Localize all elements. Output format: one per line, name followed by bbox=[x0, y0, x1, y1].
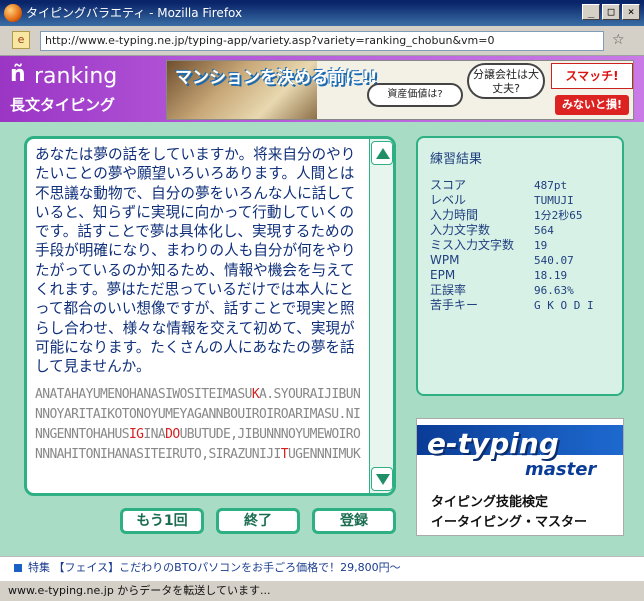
result-value: G K O D I bbox=[534, 299, 594, 312]
passage-scrollbar[interactable] bbox=[369, 139, 393, 493]
result-row: WPM 540.07 bbox=[430, 253, 620, 268]
window-titlebar[interactable]: タイピングバラエティ - Mozilla Firefox _ □ × bbox=[0, 0, 644, 26]
main-content: あなたは夢の話をしていますか。将来自分のやりたいことの夢や願望いろいろあります。… bbox=[0, 122, 644, 556]
result-value: 564 bbox=[534, 224, 554, 237]
romaji-error-segment: T bbox=[280, 447, 289, 462]
bullet-square-icon bbox=[14, 564, 22, 572]
romaji-error-segment: IG bbox=[128, 427, 144, 442]
status-bar: www.e-typing.ne.jp からデータを転送しています... bbox=[0, 580, 644, 601]
result-row: レベル TUMUJI bbox=[430, 193, 620, 208]
site-favicon-icon: e bbox=[12, 31, 30, 49]
status-text: www.e-typing.ne.jp からデータを転送しています... bbox=[8, 584, 271, 597]
firefox-icon bbox=[4, 4, 22, 22]
url-field[interactable]: http://www.e-typing.ne.jp/typing-app/var… bbox=[40, 31, 604, 51]
maximize-button[interactable]: □ bbox=[602, 4, 620, 20]
bookmark-star-icon[interactable]: ☆ bbox=[612, 32, 625, 48]
passage-romaji: ANATAHAYUMENOHANASIWOSITEIMASUKA.SYOURAI… bbox=[35, 385, 367, 465]
results-title: 練習結果 bbox=[430, 152, 483, 167]
result-row: 入力時間 1分2秒65 bbox=[430, 208, 620, 223]
result-value: 540.07 bbox=[534, 254, 574, 267]
app-name: ranking bbox=[34, 64, 118, 89]
mode-name: 長文タイピング bbox=[10, 96, 116, 114]
result-label: WPM bbox=[430, 253, 460, 267]
result-row: 苦手キー G K O D I bbox=[430, 298, 620, 313]
result-row: 正誤率 96.63% bbox=[430, 283, 620, 298]
scroll-up-arrow-icon[interactable] bbox=[371, 141, 393, 165]
result-value: TUMUJI bbox=[534, 194, 574, 207]
result-value: 18.19 bbox=[534, 269, 568, 282]
ad-banner[interactable]: マンションを決める前に!! 資産価値は? 分譲会社は大丈夫? スマッチ! みない… bbox=[166, 60, 634, 120]
romaji-segment: INA bbox=[143, 427, 166, 442]
result-label: 正誤率 bbox=[430, 283, 467, 297]
result-label: EPM bbox=[430, 268, 456, 282]
romaji-segment: ANATAHAYUMENOHANASIWOSITEIMASU bbox=[35, 387, 252, 402]
ad-bubble-value: 資産価値は? bbox=[367, 83, 463, 107]
result-label: 苦手キー bbox=[430, 298, 479, 312]
result-label: 入力時間 bbox=[430, 208, 479, 222]
passage-japanese: あなたは夢の話をしていますか。将来自分のやりたいことの夢や願望いろいろあります。… bbox=[35, 146, 356, 376]
logo-caption-2: イータイピング・マスター bbox=[431, 515, 588, 530]
romaji-error-segment: K bbox=[251, 387, 260, 402]
ranking-logo-icon: ñ bbox=[10, 62, 26, 87]
result-label: スコア bbox=[430, 178, 467, 192]
logo-caption-1: タイピング技能検定 bbox=[431, 495, 549, 510]
etyping-master-banner[interactable]: e-typing master タイピング技能検定 イータイピング・マスター bbox=[416, 418, 624, 536]
result-value: 19 bbox=[534, 239, 548, 252]
footer-link[interactable]: 特集 【フェイス】こだわりのBTOパソコンをお手ごろ価格で！29,800円〜 bbox=[0, 556, 644, 580]
romaji-segment: UGENNNIMUK bbox=[287, 447, 361, 462]
result-label: レベル bbox=[430, 193, 467, 207]
result-label: 入力文字数 bbox=[430, 223, 491, 237]
romaji-error-segment: DO bbox=[165, 427, 180, 442]
passage-panel: あなたは夢の話をしていますか。将来自分のやりたいことの夢や願望いろいろあります。… bbox=[24, 136, 396, 496]
result-row: スコア 487pt bbox=[430, 178, 620, 193]
minimize-button[interactable]: _ bbox=[582, 4, 600, 20]
register-button[interactable]: 登録 bbox=[312, 508, 396, 534]
scroll-down-arrow-icon[interactable] bbox=[371, 467, 393, 491]
logo-sub: master bbox=[525, 459, 597, 480]
footer-text: 特集 【フェイス】こだわりのBTOパソコンをお手ごろ価格で！29,800円〜 bbox=[28, 561, 401, 574]
result-row: ミス入力文字数 19 bbox=[430, 238, 620, 253]
result-value: 96.63% bbox=[534, 284, 574, 297]
retry-button[interactable]: もう1回 bbox=[120, 508, 204, 534]
result-label: ミス入力文字数 bbox=[430, 238, 515, 252]
results-panel: 練習結果 スコア 487pt レベル TUMUJI 入力時間 1分2秒65 入力文字数… bbox=[416, 136, 624, 396]
result-value: 487pt bbox=[534, 179, 568, 192]
ad-cta[interactable]: みないと損! bbox=[555, 95, 629, 115]
address-bar: e http://www.e-typing.ne.jp/typing-app/v… bbox=[0, 26, 644, 56]
result-value: 1分2秒65 bbox=[534, 209, 583, 222]
result-row: 入力文字数 564 bbox=[430, 223, 620, 238]
ad-bubble-company: 分譲会社は大丈夫? bbox=[467, 63, 545, 99]
window-title: タイピングバラエティ - Mozilla Firefox bbox=[26, 6, 243, 20]
finish-button[interactable]: 終了 bbox=[216, 508, 300, 534]
result-row: EPM 18.19 bbox=[430, 268, 620, 283]
ad-brand: スマッチ! bbox=[551, 63, 633, 89]
close-button[interactable]: × bbox=[622, 4, 640, 20]
